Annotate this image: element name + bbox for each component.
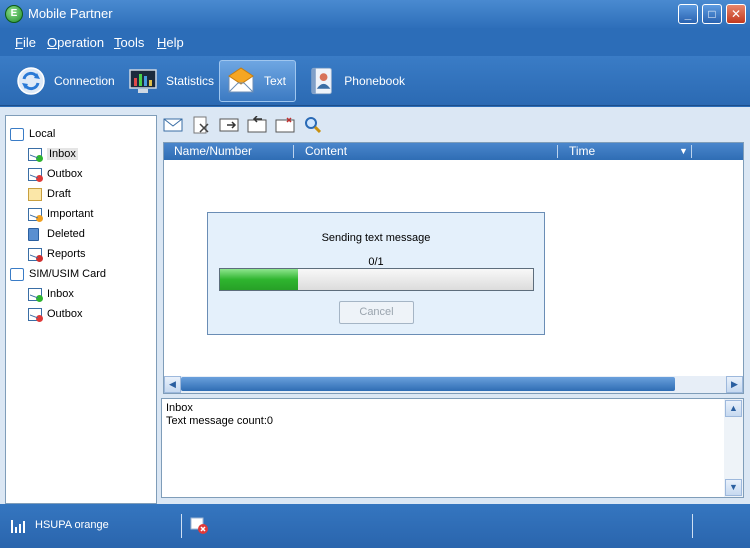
menu-tools[interactable]: Tools bbox=[114, 35, 144, 50]
status-bar: HSUPA orange bbox=[0, 504, 750, 548]
scroll-left-icon[interactable]: ◀ bbox=[164, 376, 181, 393]
scroll-right-icon[interactable]: ▶ bbox=[726, 376, 743, 393]
close-button[interactable]: ✕ bbox=[726, 4, 746, 24]
important-icon bbox=[28, 207, 43, 222]
tree-local-draft[interactable]: Draft bbox=[28, 185, 71, 203]
tree-local[interactable]: Local bbox=[10, 125, 55, 143]
connection-icon bbox=[17, 67, 45, 95]
tab-phonebook-label: Phonebook bbox=[344, 74, 405, 88]
tab-statistics[interactable]: Statistics bbox=[122, 60, 214, 102]
column-time[interactable]: Time bbox=[569, 144, 595, 158]
message-info-panel[interactable]: Inbox Text message count:0 ▲ ▼ bbox=[161, 398, 744, 498]
tree-local-reports[interactable]: Reports bbox=[28, 245, 86, 263]
column-content[interactable]: Content bbox=[305, 144, 347, 158]
folder-icon bbox=[10, 127, 24, 141]
menu-help[interactable]: Help bbox=[157, 35, 184, 50]
outbox-icon bbox=[28, 307, 43, 322]
sort-arrow-icon: ▼ bbox=[679, 146, 688, 156]
folder-tree: Local Inbox Outbox Draft Important Delet… bbox=[5, 115, 157, 504]
message-error-icon bbox=[190, 517, 208, 534]
forward-message-icon[interactable] bbox=[219, 116, 239, 134]
vertical-scrollbar[interactable]: ▲ ▼ bbox=[724, 399, 743, 497]
menu-bar: File Operation Tools Help bbox=[0, 28, 750, 56]
tab-connection-label: Connection bbox=[54, 74, 115, 88]
cancel-button[interactable]: Cancel bbox=[339, 301, 414, 324]
tab-phonebook[interactable]: Phonebook bbox=[301, 60, 405, 102]
info-message-count: Text message count:0 bbox=[166, 415, 274, 427]
search-icon[interactable] bbox=[303, 116, 323, 134]
minimize-button[interactable]: _ bbox=[678, 4, 698, 24]
horizontal-scrollbar[interactable]: ◀ ▶ bbox=[164, 376, 743, 393]
menu-file[interactable]: File bbox=[15, 35, 36, 50]
sending-count: 0/1 bbox=[368, 256, 384, 268]
dialog-title: Sending text message bbox=[321, 232, 431, 244]
info-folder-name: Inbox bbox=[166, 402, 193, 414]
phonebook-icon bbox=[311, 67, 332, 95]
tab-connection[interactable]: Connection bbox=[10, 60, 116, 102]
tab-text-label: Text bbox=[264, 74, 287, 88]
tab-text[interactable]: Text bbox=[219, 60, 296, 102]
mark-message-icon[interactable] bbox=[275, 116, 295, 134]
scroll-thumb[interactable] bbox=[181, 377, 675, 391]
progress-fill bbox=[220, 269, 299, 290]
tree-local-outbox[interactable]: Outbox bbox=[28, 165, 82, 183]
sending-dialog: Sending text message 0/1 Cancel bbox=[207, 212, 545, 335]
title-bar[interactable]: E Mobile Partner _ □ ✕ bbox=[0, 0, 750, 28]
message-list-header: Name/Number Content Time ▼ bbox=[164, 143, 743, 160]
function-tab-bar: Connection Statistics Text Phonebook bbox=[0, 56, 750, 106]
inbox-icon bbox=[28, 147, 43, 162]
maximize-button[interactable]: □ bbox=[702, 4, 722, 24]
scroll-down-icon[interactable]: ▼ bbox=[725, 479, 742, 496]
tree-sim-inbox[interactable]: Inbox bbox=[28, 285, 74, 303]
tab-statistics-label: Statistics bbox=[165, 74, 214, 88]
statistics-icon bbox=[129, 69, 157, 93]
network-name: HSUPA orange bbox=[35, 519, 109, 531]
column-name-number[interactable]: Name/Number bbox=[174, 144, 252, 158]
reply-message-icon[interactable] bbox=[247, 116, 267, 134]
outbox-icon bbox=[28, 167, 43, 182]
delete-message-icon[interactable] bbox=[191, 116, 211, 134]
app-logo-icon: E bbox=[5, 5, 23, 23]
folder-icon bbox=[10, 267, 24, 281]
inbox-icon bbox=[28, 287, 43, 302]
draft-icon bbox=[28, 187, 42, 201]
tree-local-deleted[interactable]: Deleted bbox=[28, 225, 85, 243]
window-title: Mobile Partner bbox=[28, 6, 113, 21]
trash-icon bbox=[28, 227, 39, 241]
tree-sim-card[interactable]: SIM/USIM Card bbox=[10, 265, 106, 283]
signal-strength-icon bbox=[11, 520, 25, 533]
sending-progress-bar bbox=[219, 268, 534, 291]
message-toolbar bbox=[163, 116, 323, 138]
menu-operation[interactable]: Operation bbox=[47, 35, 104, 50]
reports-icon bbox=[28, 247, 43, 262]
scroll-up-icon[interactable]: ▲ bbox=[725, 400, 742, 417]
text-message-icon bbox=[228, 67, 254, 93]
main-area: Local Inbox Outbox Draft Important Delet… bbox=[0, 107, 750, 504]
new-message-icon[interactable] bbox=[163, 116, 183, 134]
mobile-partner-window: E Mobile Partner _ □ ✕ File Operation To… bbox=[0, 0, 750, 548]
tree-local-inbox[interactable]: Inbox bbox=[28, 145, 78, 163]
tree-sim-outbox[interactable]: Outbox bbox=[28, 305, 82, 323]
tree-local-important[interactable]: Important bbox=[28, 205, 93, 223]
